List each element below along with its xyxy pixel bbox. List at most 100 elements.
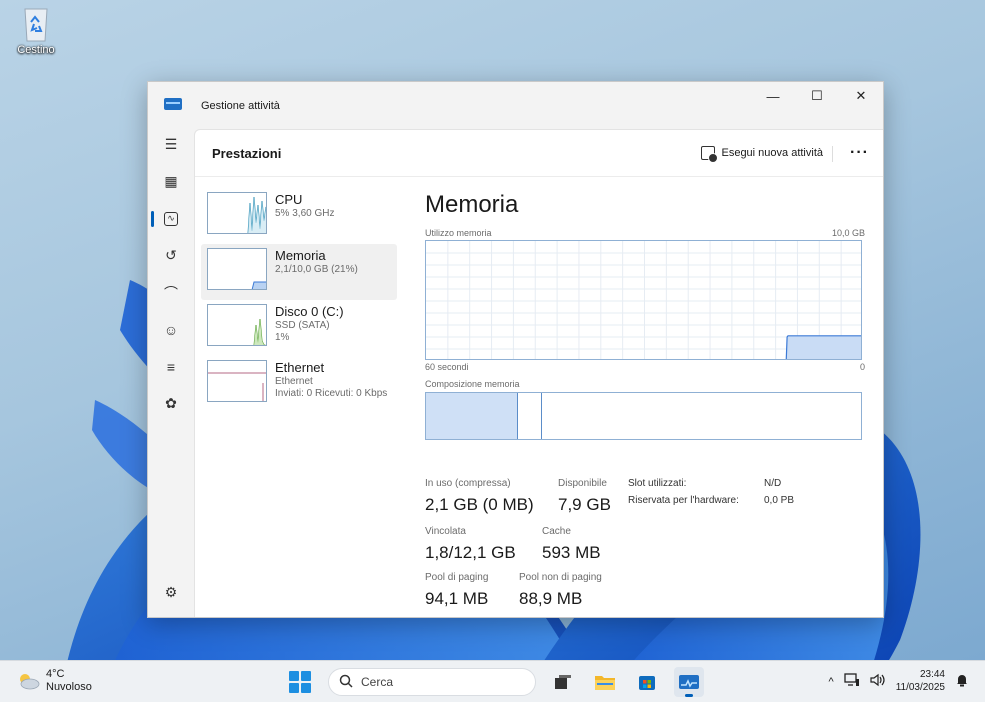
stat-available: Disponibile 7,9 GB [558,478,611,515]
ethernet-type-text: Ethernet [275,375,313,387]
search-icon [339,674,353,691]
cpu-thumbnail-graph [207,192,267,234]
disk-type-text: SSD (SATA) [275,319,330,331]
slots-value: N/D [764,478,782,489]
memory-usage-text: 2,1/10,0 GB (21%) [275,263,358,275]
available-label: Disponibile [558,478,607,489]
task-view-icon [555,675,571,689]
time-span-label: 60 secondi [425,362,469,372]
memory-label: Memoria [275,248,326,263]
navigation-rail: ☰ ▦ ∿ ↺ ⌒ ☺ ≡ ✿ ⚙ [148,126,194,617]
cpu-usage-text: 5% 3,60 GHz [275,207,335,219]
processes-icon[interactable]: ▦ [148,163,194,200]
task-manager-taskbar-button[interactable] [674,667,704,697]
maximize-button[interactable]: ☐ [795,82,839,110]
system-tray: ^ 23:44 11/03/2025 [829,669,969,694]
resource-item-ethernet[interactable]: Ethernet Ethernet Inviati: 0 Ricevuti: 0… [201,356,397,412]
memory-detail-panel: Memoria Utilizzo memoria 10,0 GB 60 seco… [425,188,865,608]
task-manager-icon [679,675,699,689]
windows-logo-tile [301,671,311,681]
composition-label: Composizione memoria [425,379,520,389]
stat-paged-pool: Pool di paging 94,1 MB [425,572,488,609]
memory-title: Memoria [425,191,519,218]
window-controls: — ☐ ✕ [751,82,883,110]
performance-content: Prestazioni Esegui nuova attività ··· CP… [194,129,883,617]
show-hidden-icons-chevron-icon[interactable]: ^ [829,676,834,688]
start-button[interactable] [284,666,316,698]
memory-usage-label: Utilizzo memoria [425,228,492,238]
microsoft-store-button[interactable] [632,667,662,697]
ethernet-throughput-text: Inviati: 0 Ricevuti: 0 Kbps [275,387,388,399]
hamburger-menu-icon[interactable]: ☰ [148,126,194,163]
cached-value: 593 MB [542,543,601,562]
stat-committed: Vincolata 1,8/12,1 GB [425,526,516,563]
volume-icon[interactable] [870,673,886,690]
more-options-button[interactable]: ··· [850,144,869,162]
details-icon[interactable]: ≡ [148,348,194,385]
recycle-bin-icon [18,4,54,44]
reserved-label: Riservata per l'hardware: [628,495,739,506]
resource-item-memory[interactable]: Memoria 2,1/10,0 GB (21%) [201,244,397,300]
weather-description: Nuvoloso [46,680,92,693]
recycle-bin-desktop-icon[interactable]: Cestino [12,4,60,56]
zero-label: 0 [859,362,865,372]
app-history-icon[interactable]: ↺ [148,237,194,274]
run-task-icon [701,146,719,163]
taskbar-apps: Cerca [284,666,704,698]
task-manager-logo-icon [164,98,182,110]
slots-label: Slot utilizzati: [628,478,687,489]
clock-date: 11/03/2025 [895,681,945,693]
startup-apps-icon[interactable]: ⌒ [148,274,194,311]
stat-in-use: In uso (compressa) 2,1 GB (0 MB) [425,478,534,515]
cpu-label: CPU [275,192,303,207]
performance-icon: ∿ [164,211,178,226]
nonpaged-pool-label: Pool non di paging [519,572,602,583]
task-view-button[interactable] [548,667,578,697]
composition-modified [518,393,542,439]
run-new-task-button[interactable]: Esegui nuova attività [701,146,823,163]
close-button[interactable]: ✕ [839,82,883,110]
title-bar[interactable]: Gestione attività — ☐ ✕ [148,82,883,126]
nonpaged-pool-value: 88,9 MB [519,589,583,608]
minimize-button[interactable]: — [751,82,795,110]
stat-cached: Cache 593 MB [542,526,601,563]
weather-widget[interactable]: 4°C Nuvoloso [16,668,92,693]
services-icon[interactable]: ✿ [148,385,194,422]
windows-logo-tile [301,683,311,693]
weather-temperature: 4°C [46,668,65,680]
users-icon[interactable]: ☺ [148,311,194,348]
resource-list: CPU 5% 3,60 GHz Memoria 2,1/10,0 GB (21%… [201,188,397,412]
file-explorer-button[interactable] [590,667,620,697]
memory-usage-graph [426,241,861,359]
performance-nav-item[interactable]: ∿ [148,200,194,237]
composition-in-use [426,393,518,439]
taskbar-clock[interactable]: 23:44 11/03/2025 [896,669,945,694]
ethernet-thumbnail-graph [207,360,267,402]
windows-logo-tile [289,683,299,693]
resource-item-disk[interactable]: Disco 0 (C:) SSD (SATA) 1% [201,300,397,356]
usage-chart-footer: 60 secondi 0 [425,362,865,372]
notification-icon[interactable] [955,673,969,690]
paged-pool-value: 94,1 MB [425,589,489,608]
recycle-bin-label: Cestino [17,44,55,56]
usage-chart-header: Utilizzo memoria 10,0 GB [425,228,865,238]
in-use-value: 2,1 GB (0 MB) [425,495,534,514]
reserved-value: 0,0 PB [764,495,795,506]
memory-composition-bar [425,392,862,440]
memory-stats: In uso (compressa) 2,1 GB (0 MB) Disponi… [425,478,862,618]
committed-value: 1,8/12,1 GB [425,543,516,562]
taskbar-search-box[interactable]: Cerca [328,668,536,696]
committed-label: Vincolata [425,526,466,537]
ethernet-label: Ethernet [275,360,325,375]
network-icon[interactable] [844,673,860,690]
taskbar: 4°C Nuvoloso Cerca ^ 23:44 11/03/2025 [0,660,985,702]
header-divider [832,146,833,162]
content-header: Prestazioni Esegui nuova attività ··· [195,130,883,177]
settings-gear-icon[interactable]: ⚙ [148,574,194,611]
resource-item-cpu[interactable]: CPU 5% 3,60 GHz [201,188,397,244]
in-use-label: In uso (compressa) [425,478,511,489]
windows-logo-tile [289,671,299,681]
available-value: 7,9 GB [558,495,611,514]
folder-icon [595,676,615,690]
page-title: Prestazioni [212,145,282,161]
